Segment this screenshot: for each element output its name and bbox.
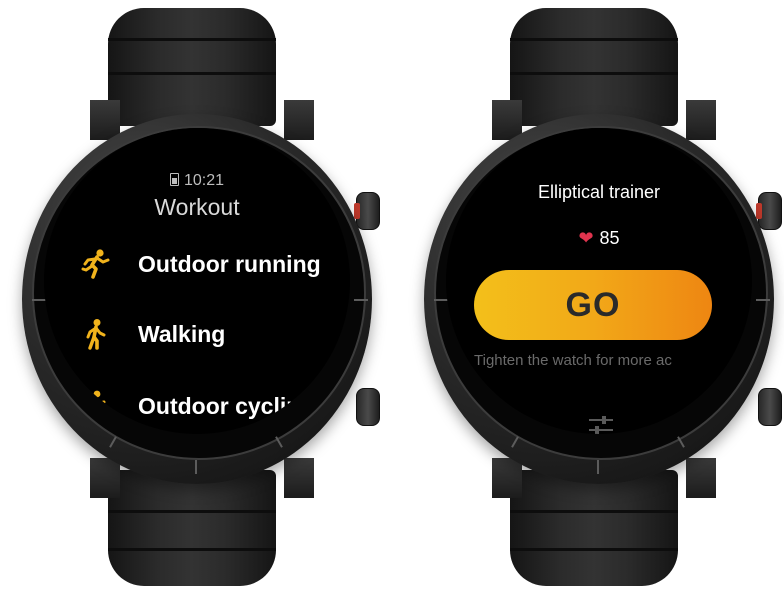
watch-screen-workout: 10:21 Workout Outdoor running Walking Ou… — [44, 128, 350, 434]
bezel-tick — [354, 299, 368, 301]
go-button[interactable]: GO — [474, 270, 712, 340]
list-item-label: Outdoor cycling — [138, 392, 315, 419]
lug — [284, 458, 314, 498]
tip-text: Tighten the watch for more ac — [474, 352, 672, 369]
lug — [686, 100, 716, 140]
strap-bottom — [510, 470, 678, 586]
list-item-label: Outdoor running — [138, 250, 321, 277]
page-title: Workout — [154, 194, 240, 220]
walking-icon — [78, 316, 114, 352]
bezel-tick — [195, 460, 197, 474]
list-item-outdoor-cycling[interactable]: Outdoor cycling — [78, 386, 314, 426]
list-item-label: Walking — [138, 320, 226, 347]
crown-button-top[interactable] — [756, 192, 782, 230]
watch-screen-elliptical: Elliptical trainer ❤ 85 GO Tighten the wa… — [446, 128, 752, 434]
crown-button-bottom[interactable] — [758, 388, 782, 426]
watch-left: 10:21 Workout Outdoor running Walking Ou… — [0, 0, 400, 592]
watch-right: Elliptical trainer ❤ 85 GO Tighten the wa… — [402, 0, 784, 592]
strap-bottom — [108, 470, 276, 586]
bezel-tick — [597, 460, 599, 474]
heart-rate: ❤ 85 — [446, 228, 752, 249]
lug — [492, 458, 522, 498]
page-title: Elliptical trainer — [537, 182, 661, 202]
battery-icon — [169, 173, 179, 186]
list-item-outdoor-running[interactable]: Outdoor running — [78, 244, 321, 284]
crown-button-bottom[interactable] — [356, 388, 380, 426]
sliders-icon[interactable] — [586, 410, 616, 434]
status-time: 10:21 — [183, 172, 225, 189]
bezel-tick — [32, 299, 46, 301]
bezel-tick — [756, 299, 770, 301]
status-bar: 10:21 — [44, 172, 350, 190]
lug — [284, 100, 314, 140]
strap-top — [510, 8, 678, 126]
lug — [686, 458, 716, 498]
running-icon — [78, 246, 114, 282]
heart-rate-value: 85 — [599, 228, 620, 248]
cycling-icon — [78, 388, 114, 424]
strap-top — [108, 8, 276, 126]
lug — [90, 458, 120, 498]
crown-button-top[interactable] — [354, 192, 380, 230]
heart-icon: ❤ — [578, 228, 594, 248]
bezel-tick — [434, 299, 448, 301]
list-item-walking[interactable]: Walking — [78, 314, 225, 354]
